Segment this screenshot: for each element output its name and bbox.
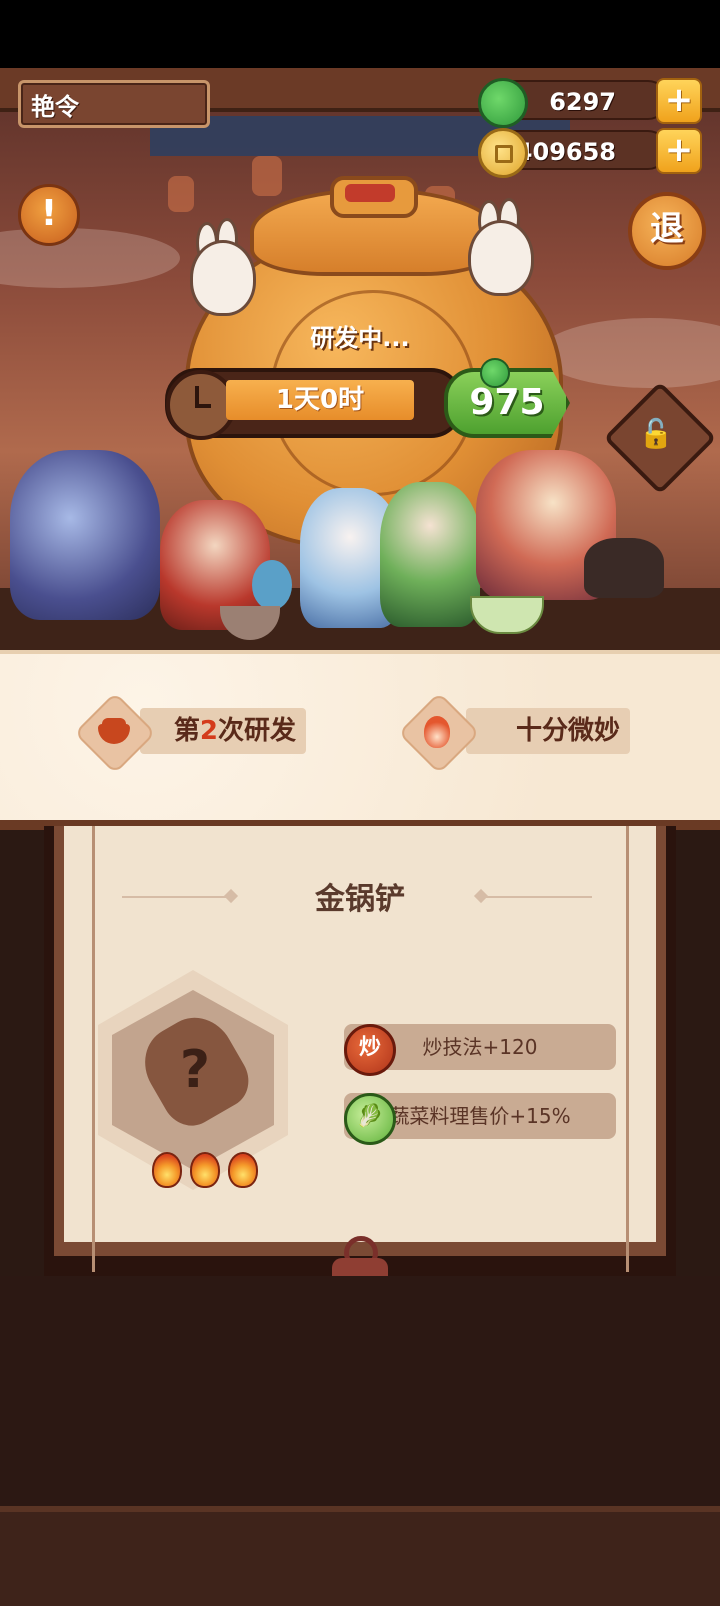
add-jade-button[interactable]: + <box>656 78 702 124</box>
item-name: 金锅铲 <box>315 882 405 917</box>
coin-icon <box>478 128 528 178</box>
stir-fry-icon: 炒 <box>344 1024 396 1076</box>
alert-button[interactable]: ! <box>18 184 80 246</box>
rabbit-right <box>468 220 534 296</box>
steam-cloud <box>540 318 720 388</box>
add-coin-button[interactable]: + <box>656 128 702 174</box>
flame-icon <box>424 716 450 748</box>
player-title-box[interactable]: 艳令 <box>18 80 210 128</box>
scroll-rod-left <box>92 826 95 1272</box>
flame-icon <box>190 1152 220 1188</box>
pot-knob-band <box>345 184 395 202</box>
jade-icon <box>480 358 510 388</box>
flame-icon <box>152 1152 182 1188</box>
cabbage-icon: 🥬 <box>344 1093 396 1145</box>
research-count-number: 2 <box>199 716 218 746</box>
title-divider-right <box>482 896 592 898</box>
lantern <box>168 176 194 212</box>
research-count-suffix: 次研发 <box>217 716 296 746</box>
research-count-prefix: 第 <box>173 716 200 746</box>
title-divider-left <box>122 896 232 898</box>
jade-icon <box>478 78 528 128</box>
pot-icon <box>86 704 140 758</box>
lantern <box>252 156 282 196</box>
bottom-strip <box>0 1506 720 1606</box>
character-green-robe[interactable] <box>380 482 480 627</box>
research-status-text: 研发中... <box>310 324 410 352</box>
cauldron-small <box>584 538 664 598</box>
unlock-glyph: 🔓 <box>638 417 674 450</box>
research-count-chip: 第2次研发 <box>140 708 306 754</box>
top-status-bar <box>0 0 720 68</box>
quality-chip: 十分微妙 <box>466 708 630 754</box>
unknown-icon: ? <box>179 1040 211 1100</box>
bottom-wood-area <box>0 1276 720 1506</box>
flame-icon <box>228 1152 258 1188</box>
character-swordsman[interactable] <box>10 450 160 620</box>
rabbit-left <box>190 240 256 316</box>
timer-text: 1天0时 <box>226 380 414 420</box>
scroll-rod-right <box>626 826 629 1272</box>
exit-button[interactable]: 退 <box>628 192 706 270</box>
character-blue-creature[interactable] <box>252 560 292 610</box>
